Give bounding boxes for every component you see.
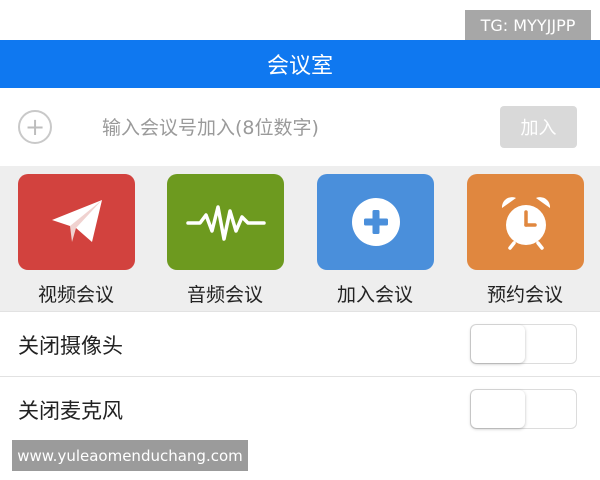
audio-meeting-label: 音频会议 (186, 284, 263, 306)
schedule-meeting-tile[interactable] (467, 174, 584, 270)
page-title: 会议室 (266, 54, 333, 79)
schedule-meeting-label: 预约会议 (486, 284, 563, 306)
audio-meeting-tile[interactable] (167, 174, 284, 270)
microphone-setting-label: 关闭麦克风 (18, 399, 123, 423)
paper-plane-icon (51, 200, 102, 242)
join-meeting-tile[interactable] (317, 174, 434, 270)
toggle-knob (471, 325, 525, 363)
join-button[interactable]: 加入 (500, 106, 577, 148)
tg-badge: TG: MYYJJPP (465, 10, 591, 41)
toggle-knob (471, 390, 525, 428)
waveform-icon (185, 205, 266, 241)
alarm-clock-icon (501, 197, 550, 250)
meeting-type-strip: 视频会议 音频会议 加入会议 预约会议 (0, 166, 600, 311)
join-meeting-row: + 加入 (0, 88, 600, 166)
camera-setting-label: 关闭摄像头 (18, 334, 123, 358)
watermark-text: www.yuleaomenduchang.com (12, 440, 248, 471)
plus-icon (351, 198, 400, 246)
video-meeting-tile[interactable] (18, 174, 135, 270)
video-meeting-label: 视频会议 (37, 284, 114, 306)
camera-toggle[interactable] (470, 324, 577, 364)
join-meeting-label: 加入会议 (336, 284, 413, 306)
page-title-bar: 会议室 (0, 40, 600, 88)
microphone-setting-row: 关闭麦克风 (0, 377, 600, 441)
camera-setting-row: 关闭摄像头 (0, 312, 600, 376)
meeting-number-input[interactable] (100, 112, 464, 144)
microphone-toggle[interactable] (470, 389, 577, 429)
plus-circle-icon[interactable]: + (18, 110, 52, 144)
